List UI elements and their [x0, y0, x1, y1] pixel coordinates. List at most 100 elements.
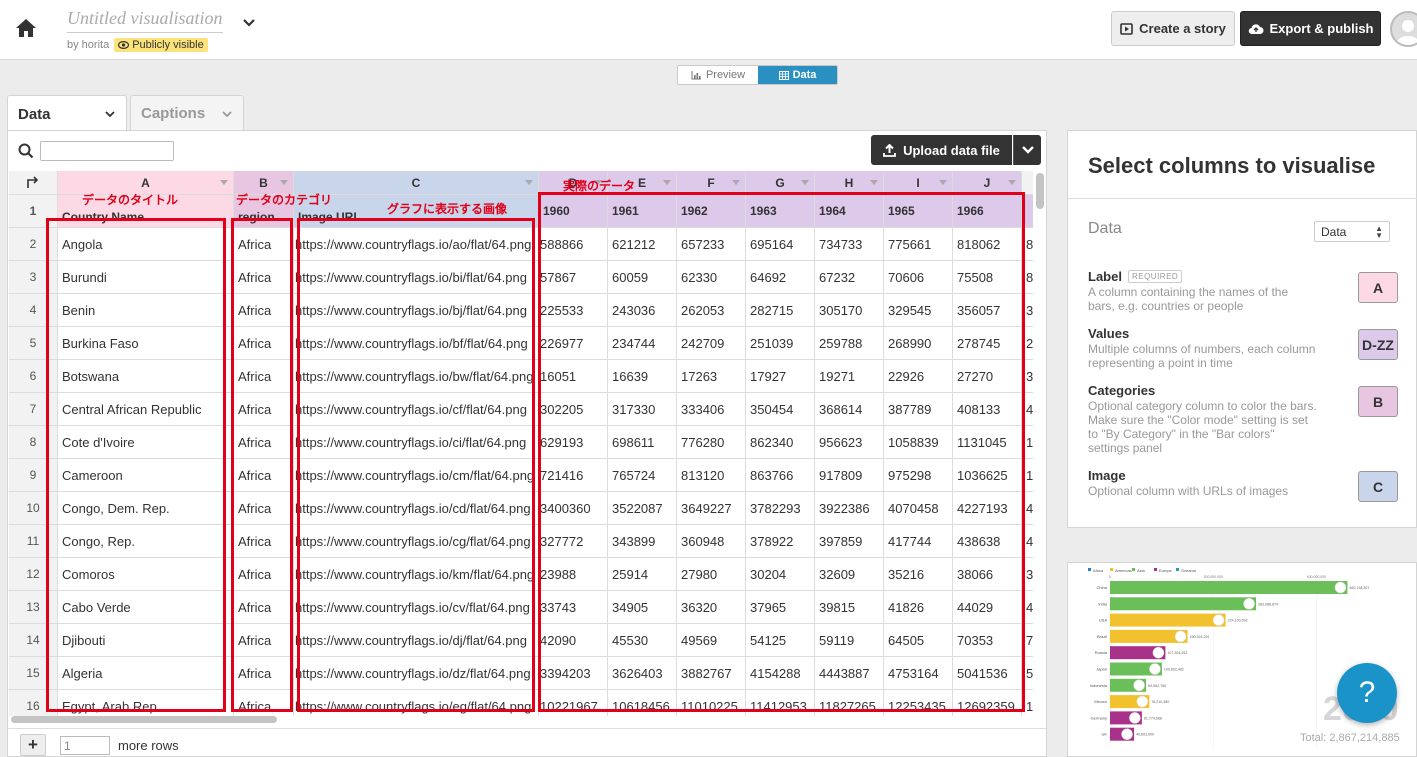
header-cell[interactable]: 1960 [539, 195, 608, 228]
country-name-cell[interactable]: Congo, Rep. [58, 525, 234, 558]
image-url-cell[interactable]: https://www.countryflags.io/dz/flat/64.p… [294, 657, 539, 690]
value-cell[interactable]: 4443887 [815, 657, 884, 690]
value-cell[interactable]: 1058839 [884, 426, 953, 459]
value-cell[interactable]: 329545 [884, 294, 953, 327]
value-cell[interactable]: 259788 [815, 327, 884, 360]
image-url-cell[interactable]: https://www.countryflags.io/cg/flat/64.p… [294, 525, 539, 558]
value-cell[interactable]: 11412953 [746, 690, 815, 716]
value-cell[interactable]: 17263 [677, 360, 746, 393]
preview-thumbnail[interactable]: Africa Americas Asia Europe Oceania 0 200,000,… [1067, 562, 1417, 757]
region-cell[interactable]: Africa [234, 360, 294, 393]
value-cell[interactable]: 64505 [884, 624, 953, 657]
value-cell-overflow[interactable]: 8 [1022, 261, 1033, 294]
region-cell[interactable]: Africa [234, 657, 294, 690]
country-name-cell[interactable]: Cote d'Ivoire [58, 426, 234, 459]
value-cell[interactable]: 12253435 [884, 690, 953, 716]
region-cell[interactable]: Africa [234, 228, 294, 261]
value-cell[interactable]: 45530 [608, 624, 677, 657]
value-cell[interactable]: 734733 [815, 228, 884, 261]
value-cell[interactable]: 262053 [677, 294, 746, 327]
country-name-cell[interactable]: Central African Republic [58, 393, 234, 426]
header-cell[interactable]: 1965 [884, 195, 953, 228]
image-url-cell[interactable]: https://www.countryflags.io/bi/flat/64.p… [294, 261, 539, 294]
value-cell[interactable]: 17927 [746, 360, 815, 393]
value-cell[interactable]: 438638 [953, 525, 1022, 558]
value-cell[interactable]: 226977 [539, 327, 608, 360]
value-cell[interactable]: 42090 [539, 624, 608, 657]
value-cell[interactable]: 588866 [539, 228, 608, 261]
column-letter-j[interactable]: J [953, 171, 1022, 195]
value-cell[interactable]: 60059 [608, 261, 677, 294]
value-cell[interactable]: 350454 [746, 393, 815, 426]
value-cell[interactable]: 278745 [953, 327, 1022, 360]
value-cell[interactable]: 657233 [677, 228, 746, 261]
value-cell[interactable]: 54125 [746, 624, 815, 657]
country-name-cell[interactable]: Benin [58, 294, 234, 327]
value-cell[interactable]: 59119 [815, 624, 884, 657]
region-cell[interactable]: Africa [234, 261, 294, 294]
country-name-cell[interactable]: Burkina Faso [58, 327, 234, 360]
region-cell[interactable]: Africa [234, 558, 294, 591]
value-cell[interactable]: 956623 [815, 426, 884, 459]
value-cell[interactable]: 64692 [746, 261, 815, 294]
rows-count-input[interactable]: 1 [60, 736, 110, 755]
value-cell-overflow[interactable]: 7 [1022, 624, 1033, 657]
value-cell[interactable]: 70606 [884, 261, 953, 294]
value-cell[interactable]: 1036625 [953, 459, 1022, 492]
value-cell[interactable]: 368614 [815, 393, 884, 426]
value-cell[interactable]: 408133 [953, 393, 1022, 426]
value-cell[interactable]: 25914 [608, 558, 677, 591]
help-button[interactable]: ? [1337, 663, 1397, 723]
value-cell[interactable]: 268990 [884, 327, 953, 360]
value-cell[interactable]: 37965 [746, 591, 815, 624]
sort-corner-button[interactable] [9, 171, 58, 195]
column-menu-caret-icon[interactable] [663, 180, 671, 185]
value-cell[interactable]: 776280 [677, 426, 746, 459]
value-cell[interactable]: 32609 [815, 558, 884, 591]
home-icon[interactable] [14, 17, 40, 41]
image-url-cell[interactable]: https://www.countryflags.io/dj/flat/64.p… [294, 624, 539, 657]
value-cell[interactable]: 3522087 [608, 492, 677, 525]
value-cell[interactable]: 11010225 [677, 690, 746, 716]
image-url-cell[interactable]: https://www.countryflags.io/km/flat/64.p… [294, 558, 539, 591]
value-cell[interactable]: 343899 [608, 525, 677, 558]
visibility-badge[interactable]: Publicly visible [114, 38, 208, 52]
data-mode-button[interactable]: Data [758, 66, 837, 84]
value-cell[interactable]: 27980 [677, 558, 746, 591]
region-cell[interactable]: Africa [234, 294, 294, 327]
value-cell[interactable]: 57867 [539, 261, 608, 294]
value-cell[interactable]: 39815 [815, 591, 884, 624]
country-name-cell[interactable]: Congo, Dem. Rep. [58, 492, 234, 525]
chevron-down-icon[interactable] [242, 16, 258, 30]
binding-categories-column-badge[interactable]: B [1358, 386, 1398, 417]
value-cell[interactable]: 23988 [539, 558, 608, 591]
value-cell[interactable]: 621212 [608, 228, 677, 261]
region-cell[interactable]: Africa [234, 426, 294, 459]
value-cell[interactable]: 629193 [539, 426, 608, 459]
value-cell-overflow[interactable]: 3 [1022, 558, 1033, 591]
region-cell[interactable]: Africa [234, 525, 294, 558]
value-cell[interactable]: 33743 [539, 591, 608, 624]
value-cell[interactable]: 16639 [608, 360, 677, 393]
value-cell[interactable]: 863766 [746, 459, 815, 492]
image-url-cell[interactable]: https://www.countryflags.io/bj/flat/64.p… [294, 294, 539, 327]
value-cell[interactable]: 3394203 [539, 657, 608, 690]
upload-data-file-button[interactable]: Upload data file [871, 135, 1012, 165]
create-story-button[interactable]: Create a story [1111, 11, 1235, 46]
value-cell[interactable]: 19271 [815, 360, 884, 393]
value-cell[interactable]: 22926 [884, 360, 953, 393]
header-cell[interactable]: 1961 [608, 195, 677, 228]
value-cell[interactable]: 11827265 [815, 690, 884, 716]
column-menu-caret-icon[interactable] [870, 180, 878, 185]
export-publish-button[interactable]: Export & publish [1240, 11, 1381, 46]
value-cell[interactable]: 62330 [677, 261, 746, 294]
region-cell[interactable]: Africa [234, 327, 294, 360]
image-url-cell[interactable]: https://www.countryflags.io/cv/flat/64.p… [294, 591, 539, 624]
country-name-cell[interactable]: Burundi [58, 261, 234, 294]
country-name-cell[interactable]: Algeria [58, 657, 234, 690]
value-cell-overflow[interactable]: 4 [1022, 591, 1033, 624]
value-cell[interactable]: 360948 [677, 525, 746, 558]
value-cell[interactable]: 225533 [539, 294, 608, 327]
value-cell[interactable]: 5041536 [953, 657, 1022, 690]
country-name-cell[interactable]: Angola [58, 228, 234, 261]
